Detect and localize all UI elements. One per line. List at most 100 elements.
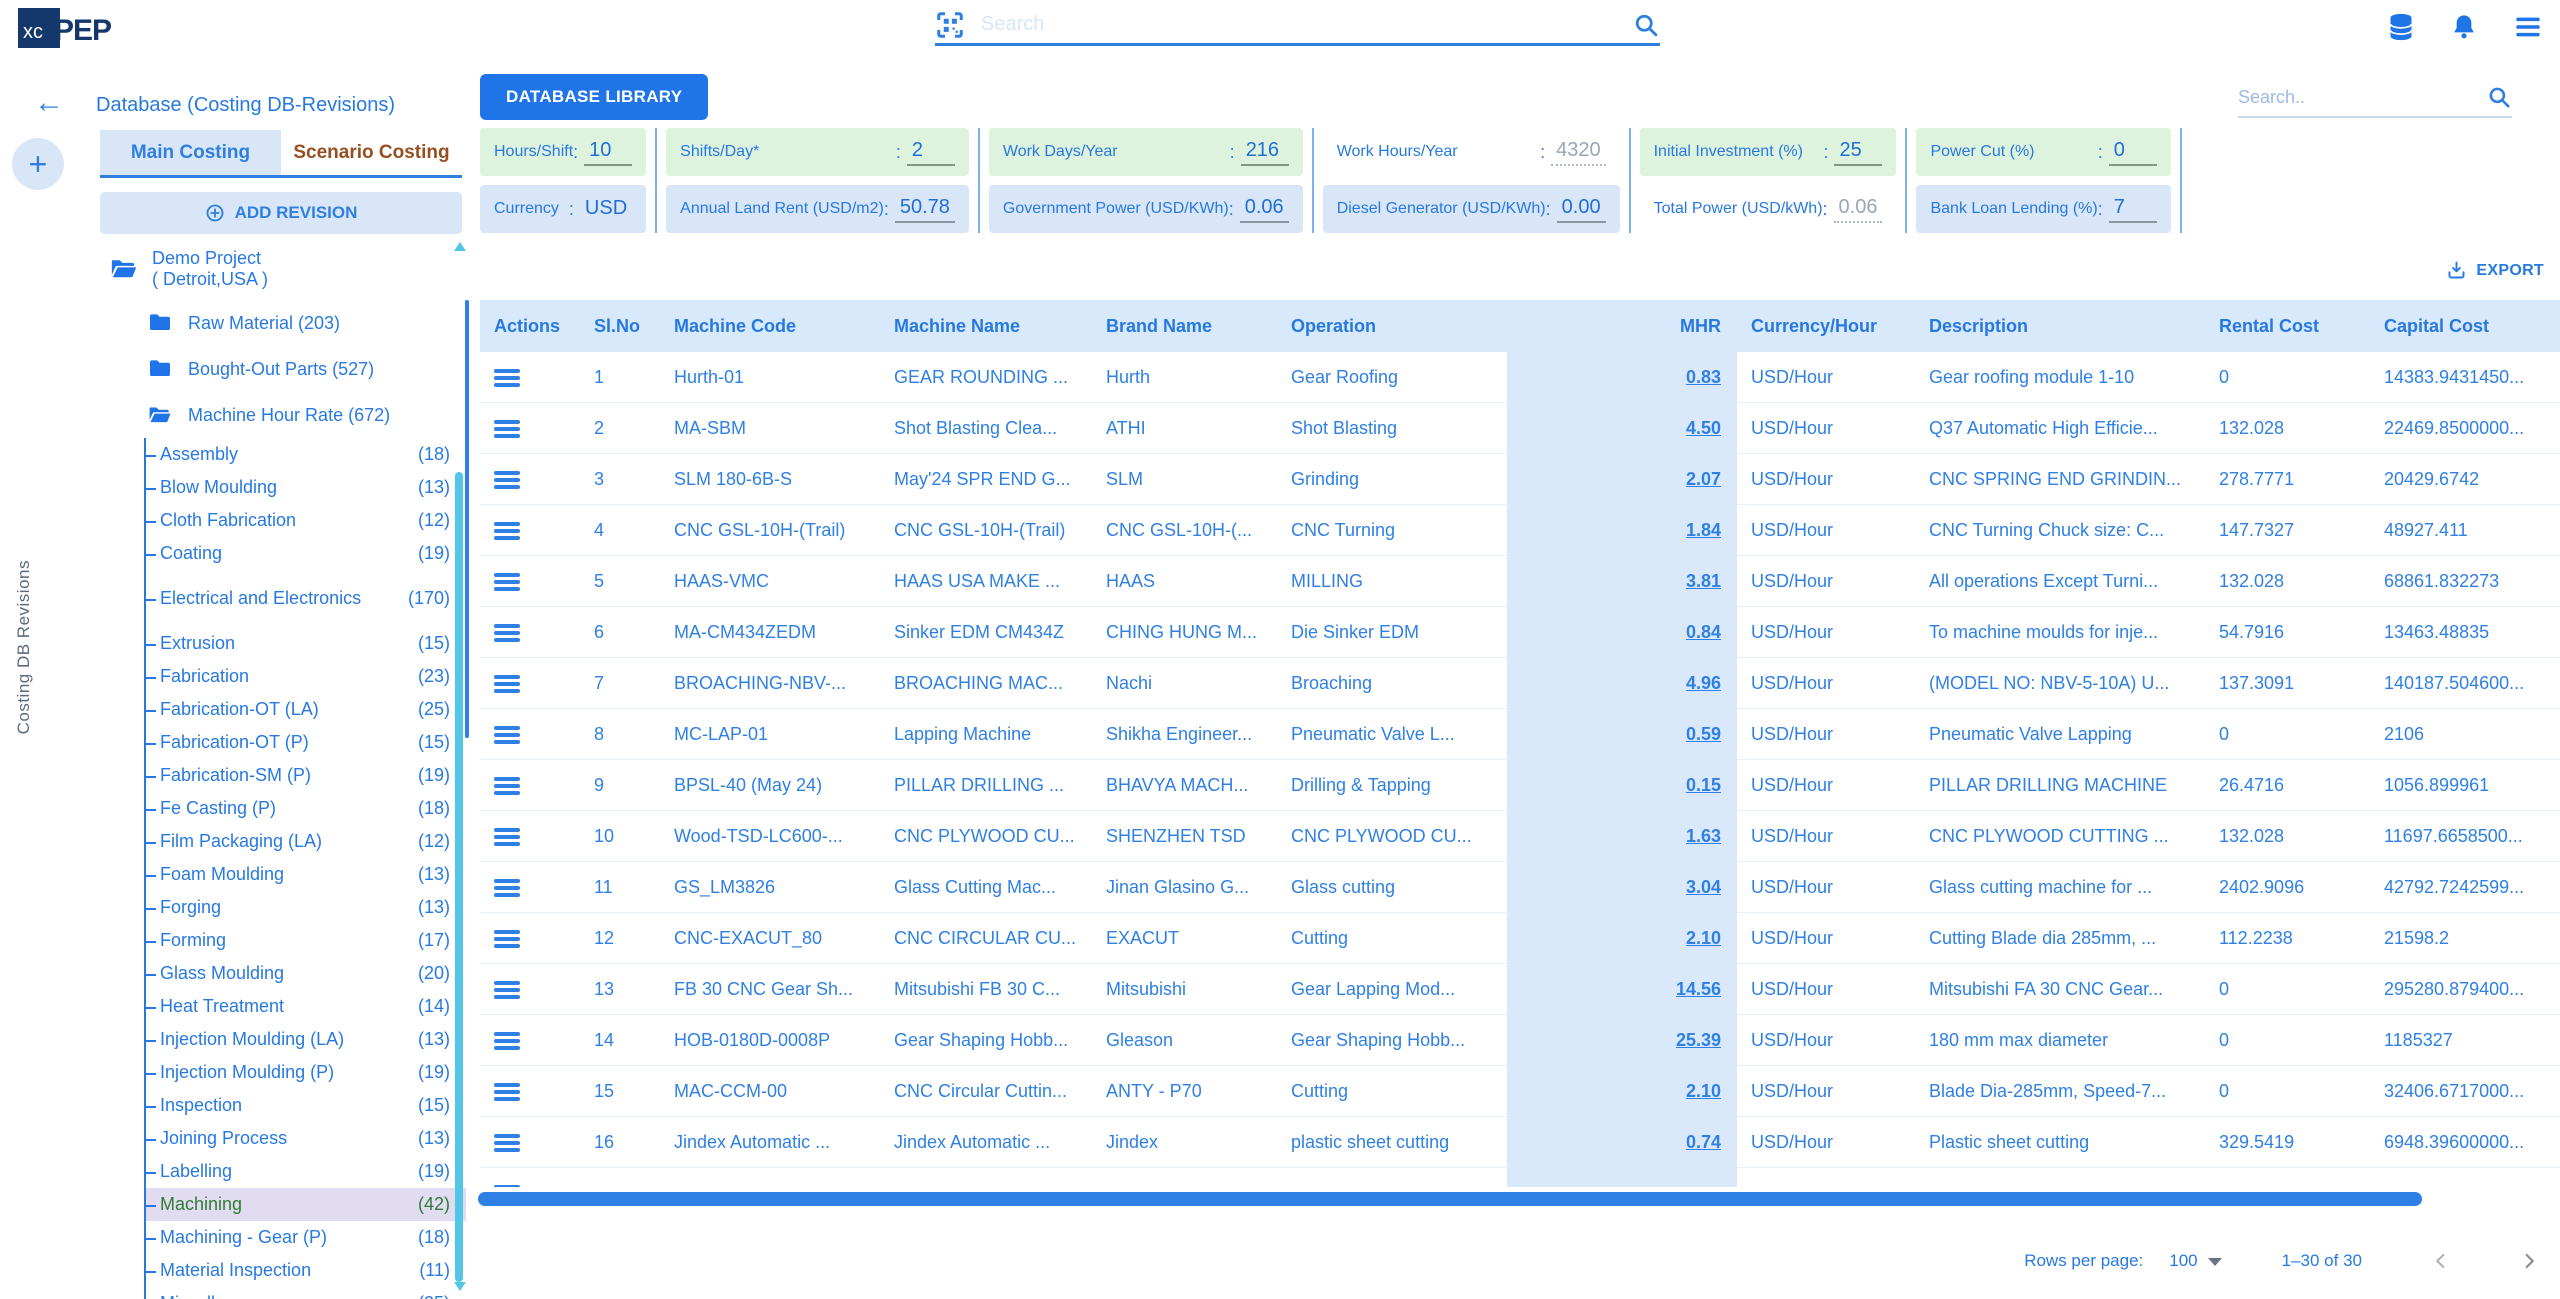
row-actions-icon[interactable]: [494, 369, 520, 387]
tree-process-item[interactable]: Forming (17): [146, 924, 466, 957]
tree-process-item[interactable]: Glass Moulding (20): [146, 957, 466, 990]
table-horizontal-scrollbar[interactable]: [478, 1192, 2422, 1206]
tree-process-item[interactable]: Material Inspection (11): [146, 1254, 466, 1287]
tree-process-item[interactable]: Heat Treatment (14): [146, 990, 466, 1023]
cell-mhr-link[interactable]: 2.10: [1686, 928, 1721, 949]
tree-process-item[interactable]: Miscellaneous (25): [146, 1287, 466, 1299]
cell-mhr-link[interactable]: 1.63: [1686, 826, 1721, 847]
cell-mhr-link[interactable]: 14.56: [1676, 979, 1721, 1000]
tree-process-item[interactable]: Fabrication-SM (P) (19): [146, 759, 466, 792]
parameter-field[interactable]: Bank Loan Lending (%) : 7: [1916, 185, 2170, 233]
parameter-field[interactable]: Power Cut (%) : 0: [1916, 128, 2170, 176]
parameter-value[interactable]: 25: [1834, 139, 1882, 166]
cell-mhr-link[interactable]: 1.84: [1686, 520, 1721, 541]
cell-mhr-link[interactable]: 2.10: [1686, 1081, 1721, 1102]
panel-divider-scrollbar[interactable]: [465, 300, 469, 738]
tree-process-item[interactable]: Fe Casting (P) (18): [146, 792, 466, 825]
hamburger-menu-icon[interactable]: [2512, 13, 2544, 41]
parameter-field[interactable]: Diesel Generator (USD/KWh) : 0.00: [1323, 185, 1620, 233]
cell-mhr-link[interactable]: 4.50: [1686, 418, 1721, 439]
parameter-value[interactable]: USD: [580, 197, 632, 222]
tree-process-item[interactable]: Foam Moulding (13): [146, 858, 466, 891]
parameter-field[interactable]: Total Power (USD/kWh) : 0.06: [1640, 185, 1897, 233]
cell-mhr-link[interactable]: 3.04: [1686, 877, 1721, 898]
tree-process-item[interactable]: Coating (19): [146, 537, 466, 570]
qr-scan-icon[interactable]: [935, 10, 965, 40]
parameter-value[interactable]: 2: [907, 139, 955, 166]
parameter-field[interactable]: Annual Land Rent (USD/m2) : 50.78: [666, 185, 969, 233]
table-search-input[interactable]: [2238, 87, 2486, 108]
cell-mhr-link[interactable]: 25.39: [1676, 1030, 1721, 1051]
parameter-value[interactable]: 216: [1241, 139, 1289, 166]
global-search-input[interactable]: [981, 13, 1616, 36]
row-actions-icon[interactable]: [494, 1083, 520, 1101]
tree-project[interactable]: Demo Project ( Detroit,USA ): [100, 238, 466, 300]
cell-mhr-link[interactable]: 0.74: [1686, 1132, 1721, 1153]
parameter-field[interactable]: Currency : USD: [480, 185, 646, 233]
cell-mhr-link[interactable]: 2.07: [1686, 469, 1721, 490]
cell-mhr-link[interactable]: 0.15: [1686, 775, 1721, 796]
row-actions-icon[interactable]: [494, 471, 520, 489]
tree-process-item[interactable]: Electrical and Electronics (170): [146, 570, 466, 627]
next-page-button[interactable]: [2520, 1252, 2538, 1270]
add-button[interactable]: +: [12, 138, 64, 190]
row-actions-icon[interactable]: [494, 1134, 520, 1152]
add-revision-button[interactable]: ADD REVISION: [100, 192, 462, 234]
search-icon[interactable]: [1632, 11, 1660, 39]
tree-process-item[interactable]: Film Packaging (LA) (12): [146, 825, 466, 858]
tree-folder[interactable]: Bought-Out Parts (527): [100, 346, 466, 392]
row-actions-icon[interactable]: [494, 1032, 520, 1050]
export-button[interactable]: EXPORT: [2446, 260, 2544, 281]
rows-per-page-select[interactable]: 100: [2169, 1251, 2221, 1271]
parameter-field[interactable]: Hours/Shift : 10: [480, 128, 646, 176]
tree-process-item[interactable]: Machining - Gear (P) (18): [146, 1221, 466, 1254]
parameter-field[interactable]: Shifts/Day* : 2: [666, 128, 969, 176]
parameter-field[interactable]: Initial Investment (%) : 25: [1640, 128, 1897, 176]
row-actions-icon[interactable]: [494, 573, 520, 591]
tree-process-item[interactable]: Injection Moulding (P) (19): [146, 1056, 466, 1089]
tree-process-item[interactable]: Fabrication-OT (P) (15): [146, 726, 466, 759]
tree-scroll-down-arrow[interactable]: [454, 1282, 466, 1291]
tree-process-item[interactable]: Inspection (15): [146, 1089, 466, 1122]
back-arrow-icon[interactable]: ←: [34, 86, 64, 120]
tree-process-item[interactable]: Joining Process (13): [146, 1122, 466, 1155]
row-actions-icon[interactable]: [494, 1185, 520, 1188]
row-actions-icon[interactable]: [494, 930, 520, 948]
parameter-value[interactable]: 4320: [1551, 139, 1606, 166]
previous-page-button[interactable]: [2432, 1252, 2450, 1270]
database-library-button[interactable]: DATABASE LIBRARY: [480, 74, 708, 120]
row-actions-icon[interactable]: [494, 777, 520, 795]
parameter-value[interactable]: 0.00: [1557, 196, 1606, 223]
parameter-field[interactable]: Work Hours/Year : 4320: [1323, 128, 1620, 176]
tree-process-item[interactable]: Forging (13): [146, 891, 466, 924]
parameter-value[interactable]: 0.06: [1240, 196, 1289, 223]
tree-process-item[interactable]: Cloth Fabrication (12): [146, 504, 466, 537]
tree-process-item[interactable]: Fabrication (23): [146, 660, 466, 693]
search-icon[interactable]: [2486, 84, 2512, 110]
parameter-value[interactable]: 7: [2109, 196, 2157, 223]
parameter-value[interactable]: 50.78: [895, 196, 955, 223]
parameter-value[interactable]: 0.06: [1834, 196, 1883, 223]
cell-mhr-link[interactable]: 4.96: [1686, 673, 1721, 694]
cell-mhr-link[interactable]: 3.81: [1686, 571, 1721, 592]
row-actions-icon[interactable]: [494, 981, 520, 999]
tree-process-item[interactable]: Assembly (18): [146, 438, 466, 471]
row-actions-icon[interactable]: [494, 879, 520, 897]
tree-process-item[interactable]: Machining (42): [146, 1188, 466, 1221]
parameter-field[interactable]: Government Power (USD/KWh) : 0.06: [989, 185, 1303, 233]
tree-scroll-up-arrow[interactable]: [454, 242, 466, 251]
database-icon[interactable]: [2386, 12, 2416, 42]
parameter-value[interactable]: 0: [2109, 139, 2157, 166]
tab-scenario-costing[interactable]: Scenario Costing: [281, 130, 462, 175]
tree-process-item[interactable]: Labelling (19): [146, 1155, 466, 1188]
tree-scrollbar[interactable]: [455, 472, 463, 1282]
tab-main-costing[interactable]: Main Costing: [100, 130, 281, 175]
cell-mhr-link[interactable]: 0.83: [1686, 367, 1721, 388]
notifications-bell-icon[interactable]: [2450, 12, 2478, 42]
cell-mhr-link[interactable]: 0.59: [1686, 724, 1721, 745]
tree-folder[interactable]: Raw Material (203): [100, 300, 466, 346]
tree-process-item[interactable]: Extrusion (15): [146, 627, 466, 660]
row-actions-icon[interactable]: [494, 522, 520, 540]
tree-process-item[interactable]: Fabrication-OT (LA) (25): [146, 693, 466, 726]
tree-folder[interactable]: Machine Hour Rate (672): [100, 392, 466, 438]
